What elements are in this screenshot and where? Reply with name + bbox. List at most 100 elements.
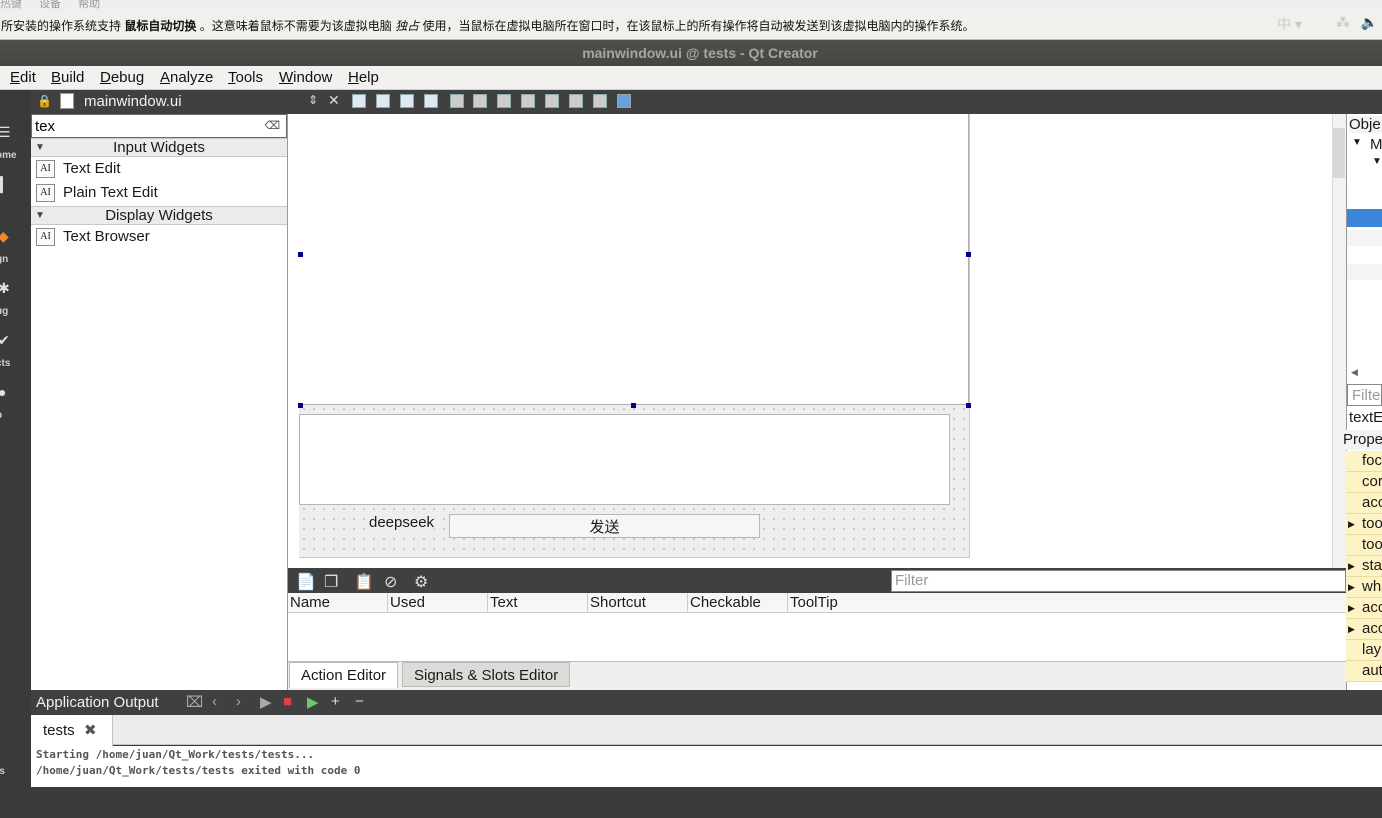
clear-search-icon[interactable]: ⌫ <box>264 119 280 132</box>
settings-gear-icon[interactable]: ⚙ <box>414 572 428 592</box>
property-row[interactable]: ▶ sta <box>1346 556 1382 577</box>
category-input-widgets[interactable]: ▼ Input Widgets <box>31 138 287 157</box>
property-row[interactable]: acc <box>1346 493 1382 514</box>
column-used[interactable]: Used <box>388 593 488 613</box>
property-row[interactable]: ▶ too <box>1346 514 1382 535</box>
menu-analyze[interactable]: Analyze <box>160 69 213 86</box>
selection-handle[interactable] <box>966 252 971 257</box>
property-row[interactable]: ▶acc <box>1346 598 1382 619</box>
property-filter-field[interactable]: Filte <box>1347 384 1382 406</box>
copy-icon[interactable]: ❐ <box>324 572 338 592</box>
delete-icon[interactable]: ⊘ <box>384 572 397 592</box>
widget-item-text-browser[interactable]: AI Text Browser <box>31 226 287 248</box>
mode-help[interactable]: ●p <box>0 384 31 436</box>
layout-splitter-v-icon[interactable] <box>521 94 535 108</box>
selected-object-row[interactable] <box>1347 209 1382 227</box>
selection-handle[interactable] <box>966 403 971 408</box>
text-edit-widget[interactable] <box>299 414 950 505</box>
tree-item-mainwindow[interactable]: M <box>1370 136 1382 153</box>
mode-edit[interactable]: ▌t <box>0 176 31 228</box>
menu-tools[interactable]: Tools <box>228 69 263 86</box>
adjust-size-icon[interactable] <box>617 94 631 108</box>
menu-build[interactable]: Build <box>51 69 84 86</box>
mode-design[interactable]: ◆gn <box>0 228 31 280</box>
edit-signals-icon[interactable] <box>376 94 390 108</box>
selection-handle[interactable] <box>631 403 636 408</box>
canvas-scrollbar[interactable] <box>1332 114 1346 568</box>
property-row[interactable]: lay <box>1346 640 1382 661</box>
tab-signals-slots[interactable]: Signals & Slots Editor <box>402 662 571 687</box>
menu-help[interactable]: Help <box>348 69 379 86</box>
expand-arrow-icon[interactable]: ▶ <box>1348 619 1355 639</box>
zoom-in-icon[interactable]: + <box>331 693 340 710</box>
file-selector-arrows-icon[interactable]: ⇕ <box>308 93 318 107</box>
os-menu-hotkey[interactable]: 热键 <box>0 0 22 10</box>
mode-welcome[interactable]: ☰ome <box>0 124 31 176</box>
column-shortcut[interactable]: Shortcut <box>588 593 688 613</box>
expand-arrow-icon[interactable]: ▶ <box>1348 514 1355 534</box>
prev-icon[interactable]: ‹ <box>212 693 217 710</box>
ime-indicator[interactable]: 中 ▾ <box>1277 14 1302 34</box>
column-tooltip[interactable]: ToolTip <box>788 593 1346 613</box>
menu-window[interactable]: Window <box>279 69 332 86</box>
property-row[interactable]: aut <box>1346 661 1382 682</box>
os-menu-devices[interactable]: 设备 <box>39 0 61 10</box>
close-tab-icon[interactable]: ✖ <box>84 721 97 739</box>
column-checkable[interactable]: Checkable <box>688 593 788 613</box>
column-text[interactable]: Text <box>488 593 588 613</box>
run-icon[interactable]: ▶ <box>260 693 272 711</box>
new-action-icon[interactable]: 📄 <box>296 572 316 592</box>
layout-splitter-h-icon[interactable] <box>497 94 511 108</box>
network-icon[interactable]: ⁂ <box>1336 14 1350 31</box>
deepseek-label[interactable]: deepseek <box>369 514 435 531</box>
close-file-icon[interactable]: ✕ <box>328 92 340 109</box>
property-row[interactable]: cor <box>1346 472 1382 493</box>
object-row[interactable] <box>1347 264 1382 280</box>
action-filter-input[interactable]: Filter <box>891 570 1346 592</box>
scroll-left-icon[interactable]: ◀ <box>1351 367 1358 378</box>
send-button[interactable]: 发送 <box>449 514 760 538</box>
layout-form-icon[interactable] <box>545 94 559 108</box>
expand-arrow-icon[interactable]: ▶ <box>1348 556 1355 576</box>
widget-search-input[interactable] <box>35 117 255 135</box>
property-row[interactable]: ▶acc <box>1346 619 1382 640</box>
edit-tab-order-icon[interactable] <box>424 94 438 108</box>
expand-arrow-icon[interactable]: ▶ <box>1348 598 1355 618</box>
zoom-out-icon[interactable]: − <box>355 693 364 710</box>
expand-arrow-icon[interactable]: ▶ <box>1348 577 1355 597</box>
scrollbar-thumb[interactable] <box>1333 128 1345 178</box>
edit-buddies-icon[interactable] <box>400 94 414 108</box>
tree-expand-icon[interactable]: ▼ <box>1372 156 1382 167</box>
widget-item-plain-text-edit[interactable]: AI Plain Text Edit <box>31 182 287 204</box>
tree-expand-icon[interactable]: ▼ <box>1352 137 1362 148</box>
open-file-name[interactable]: mainwindow.ui <box>84 93 182 110</box>
selection-handle[interactable] <box>298 252 303 257</box>
object-row[interactable] <box>1347 230 1382 246</box>
widget-item-text-edit[interactable]: AI Text Edit <box>31 158 287 180</box>
column-name[interactable]: Name <box>288 593 388 613</box>
menu-edit[interactable]: Edit <box>10 69 36 86</box>
layout-horizontal-icon[interactable] <box>450 94 464 108</box>
mode-debug[interactable]: ✱ug <box>0 280 31 332</box>
break-layout-icon[interactable] <box>593 94 607 108</box>
menu-debug[interactable]: Debug <box>100 69 144 86</box>
selection-handle[interactable] <box>298 403 303 408</box>
rerun-icon[interactable]: ▶ <box>307 693 319 711</box>
os-menu-help[interactable]: 帮助 <box>78 0 100 10</box>
text-browser-widget[interactable] <box>299 114 969 405</box>
layout-vertical-icon[interactable] <box>473 94 487 108</box>
stop-icon[interactable]: ■ <box>283 693 292 710</box>
output-tab-label[interactable]: tests <box>43 722 75 739</box>
action-table-body[interactable] <box>288 613 1346 661</box>
mode-projects[interactable]: ✔cts <box>0 332 31 384</box>
volume-icon[interactable]: 🔈 <box>1361 14 1378 31</box>
next-icon[interactable]: › <box>236 693 241 710</box>
tab-action-editor[interactable]: Action Editor <box>289 662 399 688</box>
property-row[interactable]: ▶ wh <box>1346 577 1382 598</box>
paste-icon[interactable]: 📋 <box>354 572 374 592</box>
edit-widgets-icon[interactable] <box>352 94 366 108</box>
property-row[interactable]: foc <box>1346 451 1382 472</box>
layout-grid-icon[interactable] <box>569 94 583 108</box>
property-row[interactable]: too <box>1346 535 1382 556</box>
category-display-widgets[interactable]: ▼ Display Widgets <box>31 206 287 225</box>
